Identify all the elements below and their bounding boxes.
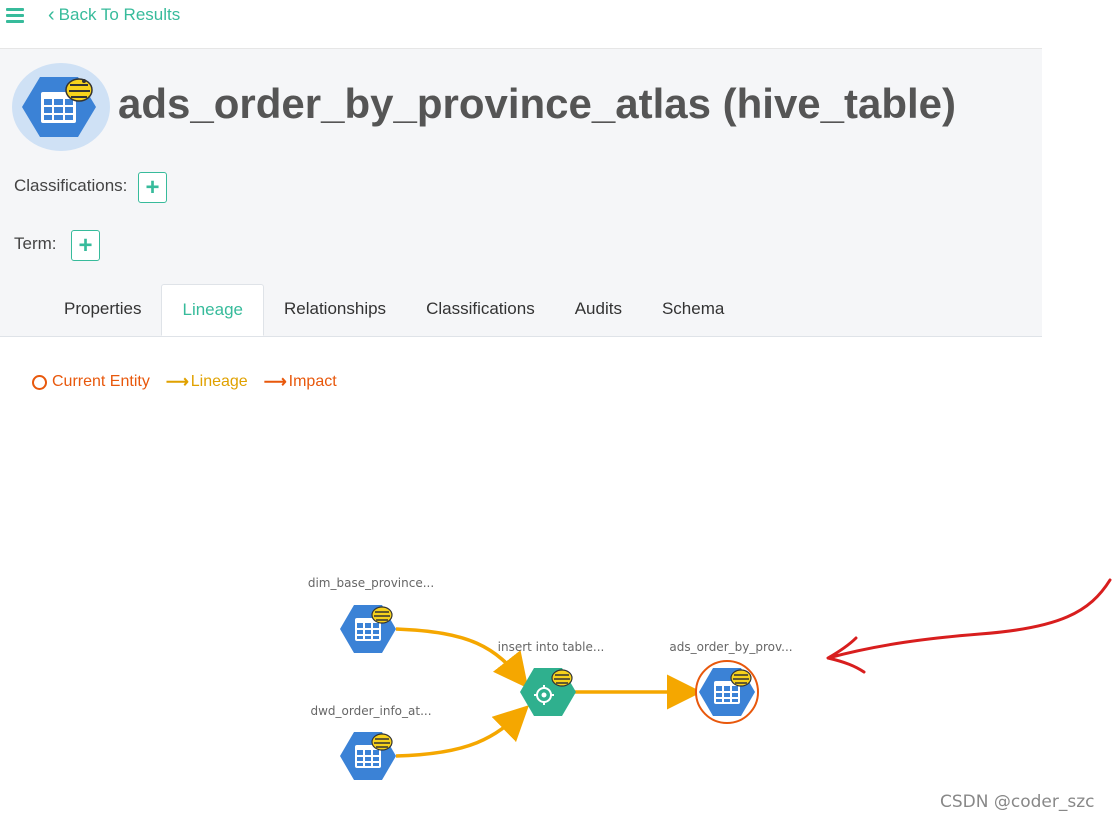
tabs-divider xyxy=(0,336,1042,337)
tab-properties[interactable]: Properties xyxy=(44,284,161,336)
lineage-node-process[interactable]: insert into table... xyxy=(498,640,605,716)
classifications-label: Classifications: xyxy=(14,176,128,195)
tab-relationships[interactable]: Relationships xyxy=(264,284,406,336)
legend-current-entity[interactable]: Current Entity xyxy=(32,373,150,391)
add-classification-button[interactable]: + xyxy=(138,172,167,203)
lineage-node-dwd-order-info[interactable]: dwd_order_info_at... xyxy=(310,704,432,781)
node-label: ads_order_by_prov... xyxy=(669,640,792,654)
annotation-arrow xyxy=(826,578,1112,674)
lineage-node-dim-base-province[interactable]: dim_base_province... xyxy=(308,576,434,654)
ring-icon xyxy=(32,374,47,390)
entity-title: ads_order_by_province_atlas (hive_table) xyxy=(118,80,957,127)
lineage-node-ads-order-current[interactable]: ads_order_by_prov... xyxy=(669,640,793,724)
legend-impact[interactable]: ⟶ Impact xyxy=(264,372,337,392)
term-label: Term: xyxy=(14,234,57,253)
node-label: insert into table... xyxy=(498,640,605,654)
tab-schema[interactable]: Schema xyxy=(642,284,744,336)
legend-lineage[interactable]: ⟶ Lineage xyxy=(166,372,248,392)
hive-process-icon xyxy=(520,668,576,716)
menu-icon[interactable] xyxy=(6,6,24,24)
lineage-edge xyxy=(395,627,529,689)
add-term-button[interactable]: + xyxy=(71,230,100,261)
top-bar: ‹ Back To Results xyxy=(0,0,1042,49)
hive-table-icon xyxy=(339,604,397,654)
tab-lineage[interactable]: Lineage xyxy=(161,284,264,336)
back-link-label: Back To Results xyxy=(58,5,181,24)
back-to-results-link[interactable]: ‹ Back To Results xyxy=(48,5,180,25)
node-label: dim_base_province... xyxy=(308,576,434,590)
watermark: CSDN @coder_szc xyxy=(940,792,1095,812)
entity-tabs: Properties Lineage Relationships Classif… xyxy=(44,284,744,336)
arrow-right-icon: ⟶ xyxy=(165,374,189,391)
arrow-right-icon: ⟶ xyxy=(263,374,287,391)
node-label: dwd_order_info_at... xyxy=(310,704,431,718)
legend-current-entity-label: Current Entity xyxy=(52,373,150,390)
tab-audits[interactable]: Audits xyxy=(555,284,642,336)
hive-table-icon xyxy=(339,731,397,781)
legend-impact-label: Impact xyxy=(288,373,337,390)
chevron-left-icon: ‹ xyxy=(48,4,55,26)
lineage-graph[interactable]: dim_base_province... dwd_order_info_at..… xyxy=(0,400,1113,821)
legend-lineage-label: Lineage xyxy=(190,373,248,390)
tab-classifications[interactable]: Classifications xyxy=(406,284,555,336)
hive-table-icon xyxy=(12,63,110,151)
lineage-legend: Current Entity ⟶ Lineage ⟶ Impact xyxy=(32,372,353,392)
